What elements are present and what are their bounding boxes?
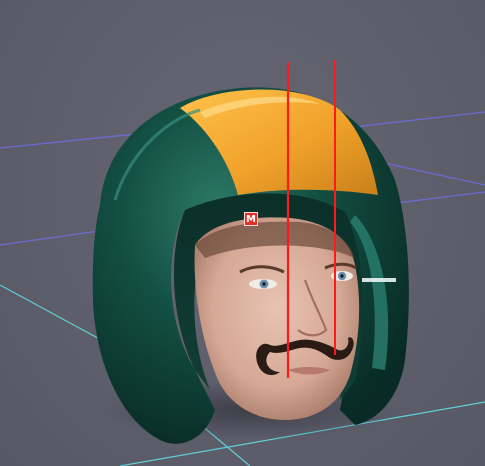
- left-pupil: [262, 282, 266, 286]
- right-pupil: [340, 274, 344, 278]
- rim-highlight: [362, 278, 396, 282]
- marker-badge[interactable]: M: [244, 212, 258, 226]
- viewport-scene: [0, 60, 485, 466]
- 3d-viewport[interactable]: M: [0, 0, 485, 466]
- grid-x-line: [344, 111, 485, 129]
